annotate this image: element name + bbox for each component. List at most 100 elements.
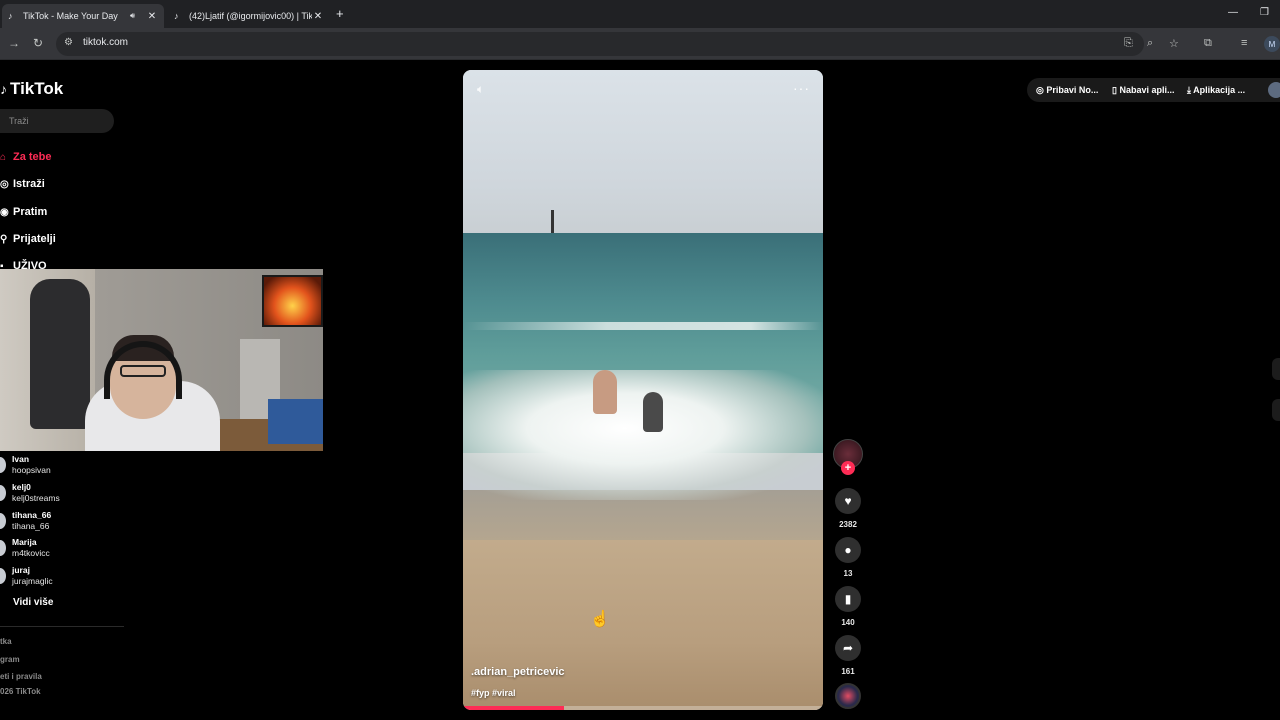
new-tab-icon[interactable]: + bbox=[336, 6, 350, 21]
following-account[interactable]: juraj jurajmaglic bbox=[0, 564, 120, 590]
following-account[interactable]: kelj0 kelj0streams bbox=[0, 481, 120, 507]
video-progress-fill bbox=[463, 706, 564, 710]
bookmark-star-icon[interactable]: ☆ bbox=[1169, 37, 1179, 50]
heart-icon: ♥ bbox=[844, 494, 852, 508]
video-progress-bar[interactable] bbox=[463, 706, 823, 710]
tab-title: (42)Ljatif (@igormijovic00) | Tik bbox=[189, 11, 312, 21]
sidebar-item-friends[interactable]: ⚲ Prijatelji bbox=[0, 229, 120, 249]
follow-plus-icon[interactable]: + bbox=[841, 461, 855, 475]
account-handle: kelj0streams bbox=[12, 493, 60, 503]
desktop-app-button[interactable]: ⤓ Aplikacija ... bbox=[1187, 85, 1245, 96]
share-count: 161 bbox=[841, 667, 855, 676]
webcam-coat bbox=[30, 279, 90, 429]
bookmark-icon: ▮ bbox=[844, 592, 852, 606]
sidebar-item-label: Istraži bbox=[13, 178, 45, 190]
sidebar-divider bbox=[0, 626, 124, 627]
get-coins-button[interactable]: ◎ Pribavi No... bbox=[1036, 85, 1098, 96]
account-name: juraj bbox=[12, 565, 30, 575]
more-options-icon[interactable]: ··· bbox=[793, 80, 810, 96]
tab-profile[interactable]: ♪ (42)Ljatif (@igormijovic00) | Tik ✕ bbox=[168, 4, 330, 28]
following-icon: ◉ bbox=[0, 206, 9, 218]
sidebar-item-label: Prijatelji bbox=[13, 233, 56, 245]
next-video-button[interactable] bbox=[1272, 399, 1280, 421]
zoom-icon[interactable]: ⌕ bbox=[1147, 37, 1153, 50]
video-sky bbox=[463, 70, 823, 235]
sidebar-item-following[interactable]: ◉ Pratim bbox=[0, 202, 120, 222]
video-sand bbox=[463, 540, 823, 710]
media-control-icon[interactable]: ≡ bbox=[1241, 37, 1247, 49]
following-account[interactable]: tihana_66 tihana_66 bbox=[0, 509, 120, 535]
site-settings-icon[interactable]: ⚙ bbox=[64, 37, 73, 48]
share-icon: ➦ bbox=[842, 641, 854, 655]
video-person bbox=[593, 370, 617, 414]
account-name: kelj0 bbox=[12, 482, 31, 492]
video-foam bbox=[463, 370, 823, 500]
tiktok-favicon-icon: ♪ bbox=[174, 11, 179, 21]
music-disc-icon[interactable] bbox=[835, 683, 861, 709]
minimize-icon[interactable]: — bbox=[1228, 7, 1238, 18]
share-button[interactable]: ➦ bbox=[835, 635, 861, 661]
avatar bbox=[0, 457, 6, 473]
video-buoy bbox=[551, 210, 554, 234]
video-caption[interactable]: #fyp #viral bbox=[471, 688, 516, 698]
save-count: 140 bbox=[841, 618, 855, 627]
speaker-icon[interactable]: 🔈︎ bbox=[477, 82, 484, 97]
profile-avatar[interactable]: M bbox=[1264, 36, 1280, 52]
tab-title: TikTok - Make Your Day bbox=[23, 11, 118, 21]
comment-button[interactable]: ● bbox=[835, 537, 861, 563]
like-button[interactable]: ♥ bbox=[835, 488, 861, 514]
save-button[interactable]: ▮ bbox=[835, 586, 861, 612]
get-coins-label: Pribavi No... bbox=[1046, 85, 1099, 95]
account-name: tihana_66 bbox=[12, 510, 52, 520]
logo-text: TikTok bbox=[10, 79, 64, 98]
desktop-app-label: Aplikacija ... bbox=[1193, 85, 1246, 95]
following-account[interactable]: Marija m4tkovicc bbox=[0, 536, 120, 562]
friends-icon: ⚲ bbox=[0, 233, 8, 245]
sidebar-item-explore[interactable]: ◎ Istraži bbox=[0, 174, 120, 194]
address-bar: → ↻ ⚙ tiktok.com ⎘ ⌕ ☆ ⧉ ≡ M bbox=[0, 28, 1280, 60]
close-tab-icon[interactable]: ✕ bbox=[312, 11, 324, 22]
search-placeholder: Traži bbox=[9, 116, 29, 126]
video-author[interactable]: .adrian_petricevic bbox=[471, 666, 565, 678]
search-input[interactable]: Traži bbox=[0, 109, 114, 133]
tiktok-favicon-icon: ♪ bbox=[8, 11, 13, 21]
tiktok-logo[interactable]: ♪ TikTok bbox=[0, 79, 63, 99]
reload-icon[interactable]: ↻ bbox=[33, 36, 43, 50]
maximize-icon[interactable]: ❐ bbox=[1260, 7, 1269, 18]
like-count: 2382 bbox=[839, 520, 857, 529]
url-box[interactable] bbox=[56, 32, 1144, 56]
sidebar-item-label: Za tebe bbox=[13, 151, 52, 163]
footer-link[interactable]: tka bbox=[0, 637, 12, 646]
video-person bbox=[643, 392, 663, 432]
extensions-icon[interactable]: ⧉ bbox=[1204, 37, 1212, 50]
get-app-button[interactable]: ▯ Nabavi apli... bbox=[1112, 85, 1174, 96]
webcam-fireplace-screen bbox=[262, 275, 323, 327]
speaker-icon[interactable]: 🔊︎ bbox=[130, 11, 142, 21]
user-avatar[interactable] bbox=[1268, 82, 1280, 98]
comment-count: 13 bbox=[843, 569, 853, 578]
close-tab-icon[interactable]: ✕ bbox=[146, 11, 158, 22]
footer-copyright: 026 TikTok bbox=[0, 687, 41, 696]
comment-icon: ● bbox=[844, 543, 852, 557]
see-more-link[interactable]: Vidi više bbox=[13, 597, 53, 608]
tiktok-page: ♪ TikTok Traži ⌂ Za tebe ◎ Istraži ◉ Pra… bbox=[0, 61, 1280, 720]
following-account[interactable]: Ivan hoopsivan bbox=[0, 453, 120, 479]
install-app-icon[interactable]: ⎘ bbox=[1124, 37, 1133, 50]
sidebar-item-for-you[interactable]: ⌂ Za tebe bbox=[0, 147, 120, 167]
forward-icon[interactable]: → bbox=[8, 36, 20, 50]
account-name: Marija bbox=[12, 537, 37, 547]
url-text[interactable]: tiktok.com bbox=[83, 37, 128, 48]
compass-icon: ◎ bbox=[0, 178, 9, 190]
avatar bbox=[0, 513, 6, 529]
video-player[interactable]: 🔈︎ ··· .adrian_petricevic #fyp #viral bbox=[463, 70, 823, 710]
avatar bbox=[0, 568, 6, 584]
tiktok-note-icon: ♪ bbox=[0, 81, 7, 97]
tab-tiktok[interactable]: ♪ TikTok - Make Your Day 🔊︎ ✕ bbox=[2, 4, 164, 28]
previous-video-button[interactable] bbox=[1272, 358, 1280, 380]
home-icon: ⌂ bbox=[0, 151, 7, 163]
footer-link[interactable]: gram bbox=[0, 655, 20, 664]
account-name: Ivan bbox=[12, 454, 30, 464]
footer-link[interactable]: eti i pravila bbox=[0, 672, 42, 681]
account-handle: tihana_66 bbox=[12, 521, 50, 531]
hand-cursor-icon: ☝ bbox=[590, 611, 610, 628]
